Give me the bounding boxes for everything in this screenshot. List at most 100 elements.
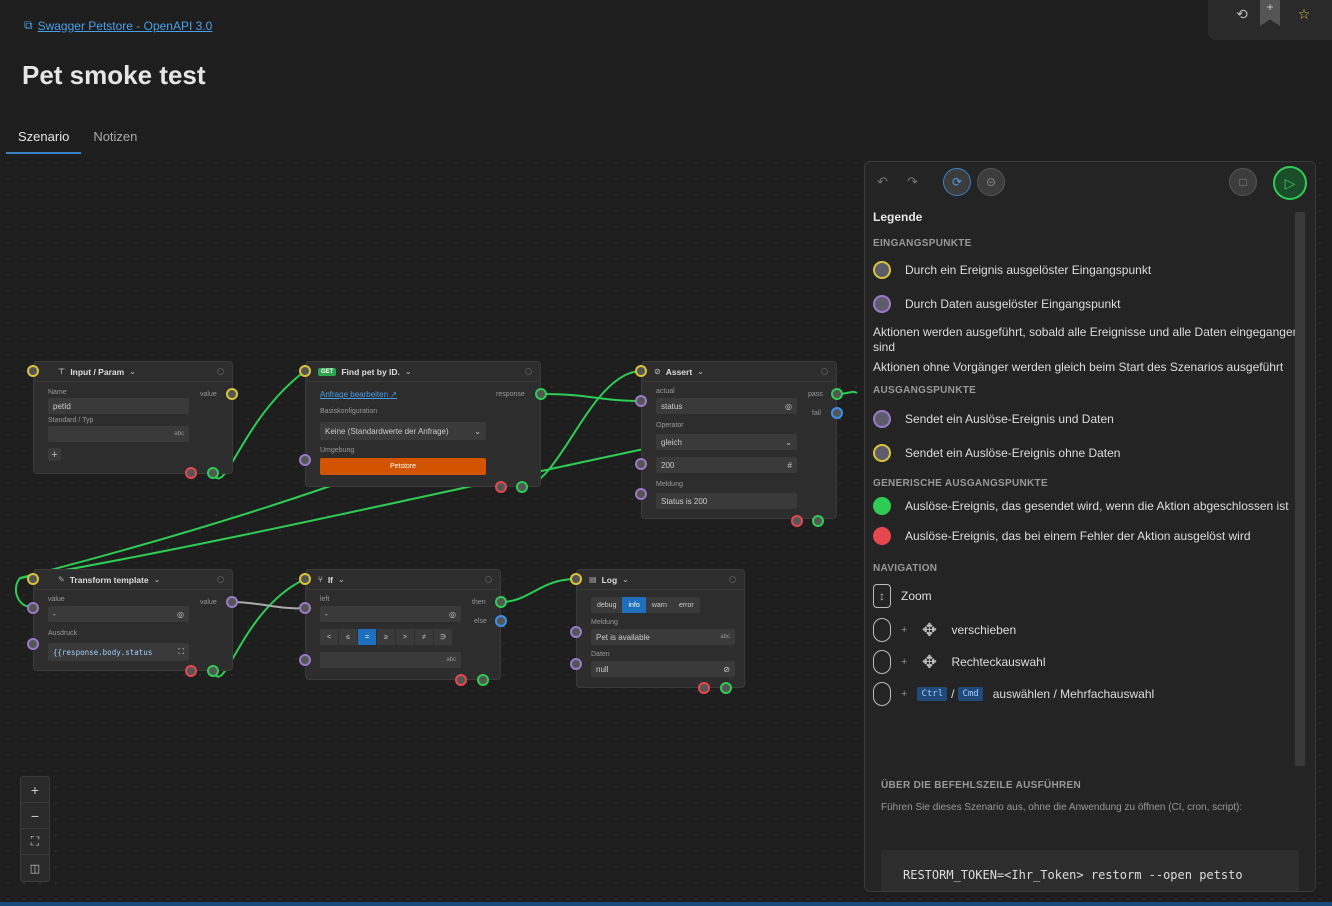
- port-fail-out[interactable]: [831, 407, 843, 419]
- op-ge-button[interactable]: ≥: [377, 629, 395, 645]
- port-error-out[interactable]: [455, 674, 467, 686]
- lock-icon[interactable]: ⊝: [977, 168, 1005, 196]
- port-done-out[interactable]: [812, 515, 824, 527]
- port-event-in[interactable]: [299, 365, 311, 377]
- tab-szenario[interactable]: Szenario: [6, 124, 82, 154]
- message-field[interactable]: Status is 200: [656, 493, 797, 509]
- undo-icon[interactable]: ↶: [877, 174, 888, 190]
- chevron-down-icon[interactable]: ⌄: [338, 575, 345, 584]
- clear-icon[interactable]: ⊘: [723, 665, 730, 674]
- message-field[interactable]: Pet is available abc: [591, 629, 735, 645]
- node-if[interactable]: ⑂ If ⌄ left - ◎ < ≤ = ≥ > ≠ ∋ abc then el…: [305, 569, 501, 680]
- redo-icon[interactable]: ↷: [907, 174, 918, 190]
- port-then-out[interactable]: [495, 596, 507, 608]
- run-button[interactable]: ▷: [1273, 166, 1307, 200]
- port-done-out[interactable]: [207, 467, 219, 479]
- node-header[interactable]: GET Find pet by ID. ⌄: [306, 362, 540, 382]
- port-right-in[interactable]: [299, 654, 311, 666]
- port-expected-in[interactable]: [635, 458, 647, 470]
- cli-command[interactable]: RESTORM_TOKEN=<Ihr_Token> restorm --open…: [881, 850, 1299, 891]
- port-expression-in[interactable]: [27, 638, 39, 650]
- port-actual-in[interactable]: [635, 395, 647, 407]
- node-assert[interactable]: ⊘ Assert ⌄ actual status ◎ Operator gleic…: [641, 361, 837, 519]
- environment-button[interactable]: Petstore: [320, 458, 486, 475]
- level-error-button[interactable]: error: [673, 597, 700, 613]
- tab-notizen[interactable]: Notizen: [81, 124, 149, 154]
- base-config-select[interactable]: Keine (Standardwerte der Anfrage) ⌄: [320, 422, 486, 440]
- op-le-button[interactable]: ≤: [339, 629, 357, 645]
- value-field[interactable]: - ◎: [48, 606, 189, 622]
- port-error-out[interactable]: [698, 682, 710, 694]
- node-header[interactable]: ⊤ Input / Param ⌄: [34, 362, 232, 382]
- port-data-in[interactable]: [570, 658, 582, 670]
- node-header[interactable]: ⑂ If ⌄: [306, 570, 500, 590]
- port-value-out[interactable]: [226, 388, 238, 400]
- node-header[interactable]: ▤ Log ⌄: [577, 570, 744, 590]
- port-left-in[interactable]: [299, 602, 311, 614]
- port-pass-out[interactable]: [831, 388, 843, 400]
- fit-view-icon[interactable]: ⛶: [21, 829, 49, 855]
- port-event-in[interactable]: [27, 365, 39, 377]
- port-event-in[interactable]: [299, 573, 311, 585]
- zoom-out-button[interactable]: −: [21, 803, 49, 829]
- port-value-in[interactable]: [27, 602, 39, 614]
- level-warn-button[interactable]: warn: [646, 597, 673, 613]
- node-input-param[interactable]: ⊤ Input / Param ⌄ Name petId Standard / …: [33, 361, 233, 474]
- breadcrumb-link[interactable]: Swagger Petstore - OpenAPI 3.0: [38, 19, 213, 33]
- port-value-out[interactable]: [226, 596, 238, 608]
- expected-field[interactable]: 200 #: [656, 457, 797, 473]
- node-header[interactable]: ✎ Transform template ⌄: [34, 570, 232, 590]
- chevron-down-icon[interactable]: ⌄: [129, 367, 136, 376]
- chevron-down-icon[interactable]: ⌄: [697, 367, 704, 376]
- port-data-in[interactable]: [299, 454, 311, 466]
- port-error-out[interactable]: [791, 515, 803, 527]
- edit-request-link[interactable]: Anfrage bearbeiten ↗: [320, 390, 397, 399]
- op-lt-button[interactable]: <: [320, 629, 338, 645]
- node-find-pet[interactable]: GET Find pet by ID. ⌄ Anfrage bearbeiten…: [305, 361, 541, 487]
- port-event-in[interactable]: [635, 365, 647, 377]
- port-error-out[interactable]: [185, 665, 197, 677]
- type-field[interactable]: abc: [48, 426, 189, 442]
- node-log[interactable]: ▤ Log ⌄ debug info warn error Meldung Pe…: [576, 569, 745, 688]
- port-done-out[interactable]: [207, 665, 219, 677]
- port-done-out[interactable]: [720, 682, 732, 694]
- minimap-icon[interactable]: ◫: [21, 855, 49, 881]
- actual-field[interactable]: status ◎: [656, 398, 797, 414]
- port-event-in[interactable]: [570, 573, 582, 585]
- legend-item-done: Auslöse-Ereignis, das gesendet wird, wen…: [873, 497, 1301, 515]
- history-icon[interactable]: ⟲: [1232, 4, 1252, 24]
- left-field[interactable]: - ◎: [320, 606, 461, 622]
- node-transform-template[interactable]: ✎ Transform template ⌄ value - ◎ Ausdruck…: [33, 569, 233, 671]
- name-field[interactable]: petId: [48, 398, 189, 414]
- right-field[interactable]: abc: [320, 652, 461, 668]
- port-message-in[interactable]: [635, 488, 647, 500]
- add-param-button[interactable]: +: [48, 448, 61, 461]
- op-gt-button[interactable]: >: [396, 629, 414, 645]
- port-done-out[interactable]: [516, 481, 528, 493]
- node-header[interactable]: ⊘ Assert ⌄: [642, 362, 836, 382]
- chevron-down-icon[interactable]: ⌄: [405, 367, 412, 376]
- operator-select[interactable]: gleich ⌄: [656, 434, 797, 450]
- port-response-out[interactable]: [535, 388, 547, 400]
- op-ne-button[interactable]: ≠: [415, 629, 433, 645]
- port-else-out[interactable]: [495, 615, 507, 627]
- chevron-down-icon[interactable]: ⌄: [154, 575, 161, 584]
- auto-layout-icon[interactable]: ⟳: [943, 168, 971, 196]
- chevron-down-icon[interactable]: ⌄: [622, 575, 629, 584]
- port-message-in[interactable]: [570, 626, 582, 638]
- star-icon[interactable]: ☆: [1294, 4, 1314, 24]
- expand-icon[interactable]: ⛶: [178, 647, 184, 657]
- op-contains-button[interactable]: ∋: [434, 629, 452, 645]
- zoom-in-button[interactable]: +: [21, 777, 49, 803]
- panel-scrollbar[interactable]: [1295, 212, 1305, 766]
- port-error-out[interactable]: [185, 467, 197, 479]
- expression-field[interactable]: {{response.body.status ⛶: [48, 643, 189, 661]
- stop-icon[interactable]: □: [1229, 168, 1257, 196]
- level-debug-button[interactable]: debug: [591, 597, 622, 613]
- port-done-out[interactable]: [477, 674, 489, 686]
- port-event-in[interactable]: [27, 573, 39, 585]
- port-error-out[interactable]: [495, 481, 507, 493]
- data-field[interactable]: null ⊘: [591, 661, 735, 677]
- op-eq-button[interactable]: =: [358, 629, 376, 645]
- level-info-button[interactable]: info: [622, 597, 646, 613]
